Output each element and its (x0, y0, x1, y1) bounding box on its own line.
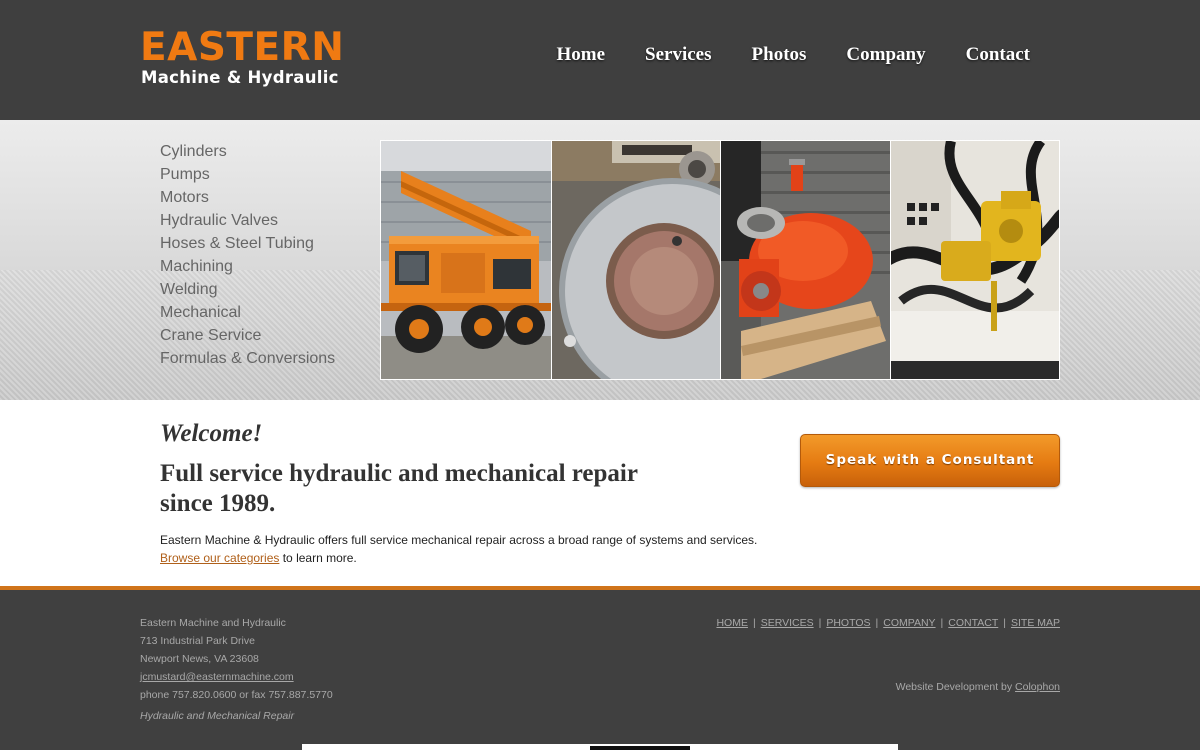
category-welding[interactable]: Welding (160, 278, 335, 301)
footer-separator: | (875, 617, 879, 629)
logo-subtitle: Machine & Hydraulic (141, 68, 339, 87)
category-mechanical[interactable]: Mechanical (160, 301, 335, 324)
footer-nav: HOME | SERVICES | PHOTOS | COMPANY | CONTACT | SIT… (716, 614, 1060, 632)
footer-phone: phone 757.820.0600 or fax 757.887.5770 (140, 689, 333, 701)
photo-hydraulic-motor (720, 141, 890, 379)
footer-email-link[interactable]: jcmustard@easternmachine.com (140, 671, 294, 683)
photo-machined-ring (550, 141, 720, 379)
colophon-link[interactable]: Colophon (1015, 681, 1060, 693)
footer-separator: | (1003, 617, 1006, 629)
site-header: EASTERN Machine & Hydraulic Home Service… (0, 0, 1200, 120)
footer-street: 713 Industrial Park Drive (140, 635, 255, 647)
logo-wordmark: EASTERN (140, 25, 345, 70)
footer-city: Newport News, VA 23608 (140, 653, 259, 665)
footer-address: Eastern Machine and Hydraulic 713 Indust… (140, 614, 333, 704)
credit-text: Website Development by (895, 681, 1016, 693)
footer-company-name: Eastern Machine and Hydraulic (140, 617, 286, 629)
footer-separator: | (818, 617, 822, 629)
main-content: Welcome! Full service hydraulic and mech… (0, 400, 1200, 586)
footer-link-home[interactable]: HOME (716, 617, 748, 629)
category-hoses-steel-tubing[interactable]: Hoses & Steel Tubing (160, 232, 335, 255)
category-crane-service[interactable]: Crane Service (160, 324, 335, 347)
nav-company[interactable]: Company (846, 44, 925, 68)
intro-text: Eastern Machine & Hydraulic offers full … (160, 533, 758, 547)
nav-home[interactable]: Home (556, 44, 605, 68)
footer-link-contact[interactable]: CONTACT (948, 617, 998, 629)
footer-link-services[interactable]: SERVICES (761, 617, 814, 629)
footer-link-company[interactable]: COMPANY (883, 617, 935, 629)
bottom-banner (302, 744, 898, 750)
photo-strip (380, 140, 1060, 380)
category-pumps[interactable]: Pumps (160, 163, 335, 186)
bottom-banner-mark (590, 746, 690, 750)
hero-section: Cylinders Pumps Motors Hydraulic Valves … (0, 120, 1200, 400)
nav-services[interactable]: Services (645, 44, 711, 68)
nav-contact[interactable]: Contact (966, 44, 1030, 68)
category-cylinders[interactable]: Cylinders (160, 140, 335, 163)
main-nav: Home Services Photos Company Contact (556, 44, 1030, 68)
category-machining[interactable]: Machining (160, 255, 335, 278)
category-list: Cylinders Pumps Motors Hydraulic Valves … (160, 140, 335, 370)
browse-categories-link[interactable]: Browse our categories (160, 551, 279, 565)
footer-link-photos[interactable]: PHOTOS (826, 617, 870, 629)
welcome-heading: Welcome! (160, 420, 263, 447)
photo-hoses-pump (889, 141, 1059, 379)
speak-with-consultant-button[interactable]: Speak with a Consultant (800, 434, 1060, 487)
footer-slogan: Hydraulic and Mechanical Repair (140, 710, 295, 722)
footer-separator: | (752, 617, 756, 629)
intro-paragraph: Eastern Machine & Hydraulic offers full … (160, 531, 757, 567)
nav-photos[interactable]: Photos (752, 44, 807, 68)
category-formulas-conversions[interactable]: Formulas & Conversions (160, 347, 335, 370)
footer-credit: Website Development by Colophon (896, 678, 1060, 696)
browse-suffix: to learn more. (279, 551, 357, 565)
footer-separator: | (940, 617, 944, 629)
footer-link-site-map[interactable]: SITE MAP (1011, 617, 1060, 629)
site-logo[interactable]: EASTERN Machine & Hydraulic (140, 28, 410, 90)
category-motors[interactable]: Motors (160, 186, 335, 209)
category-hydraulic-valves[interactable]: Hydraulic Valves (160, 209, 335, 232)
site-footer: Eastern Machine and Hydraulic 713 Indust… (0, 586, 1200, 750)
tagline: Full service hydraulic and mechanical re… (160, 460, 638, 517)
photo-crane (381, 141, 551, 379)
